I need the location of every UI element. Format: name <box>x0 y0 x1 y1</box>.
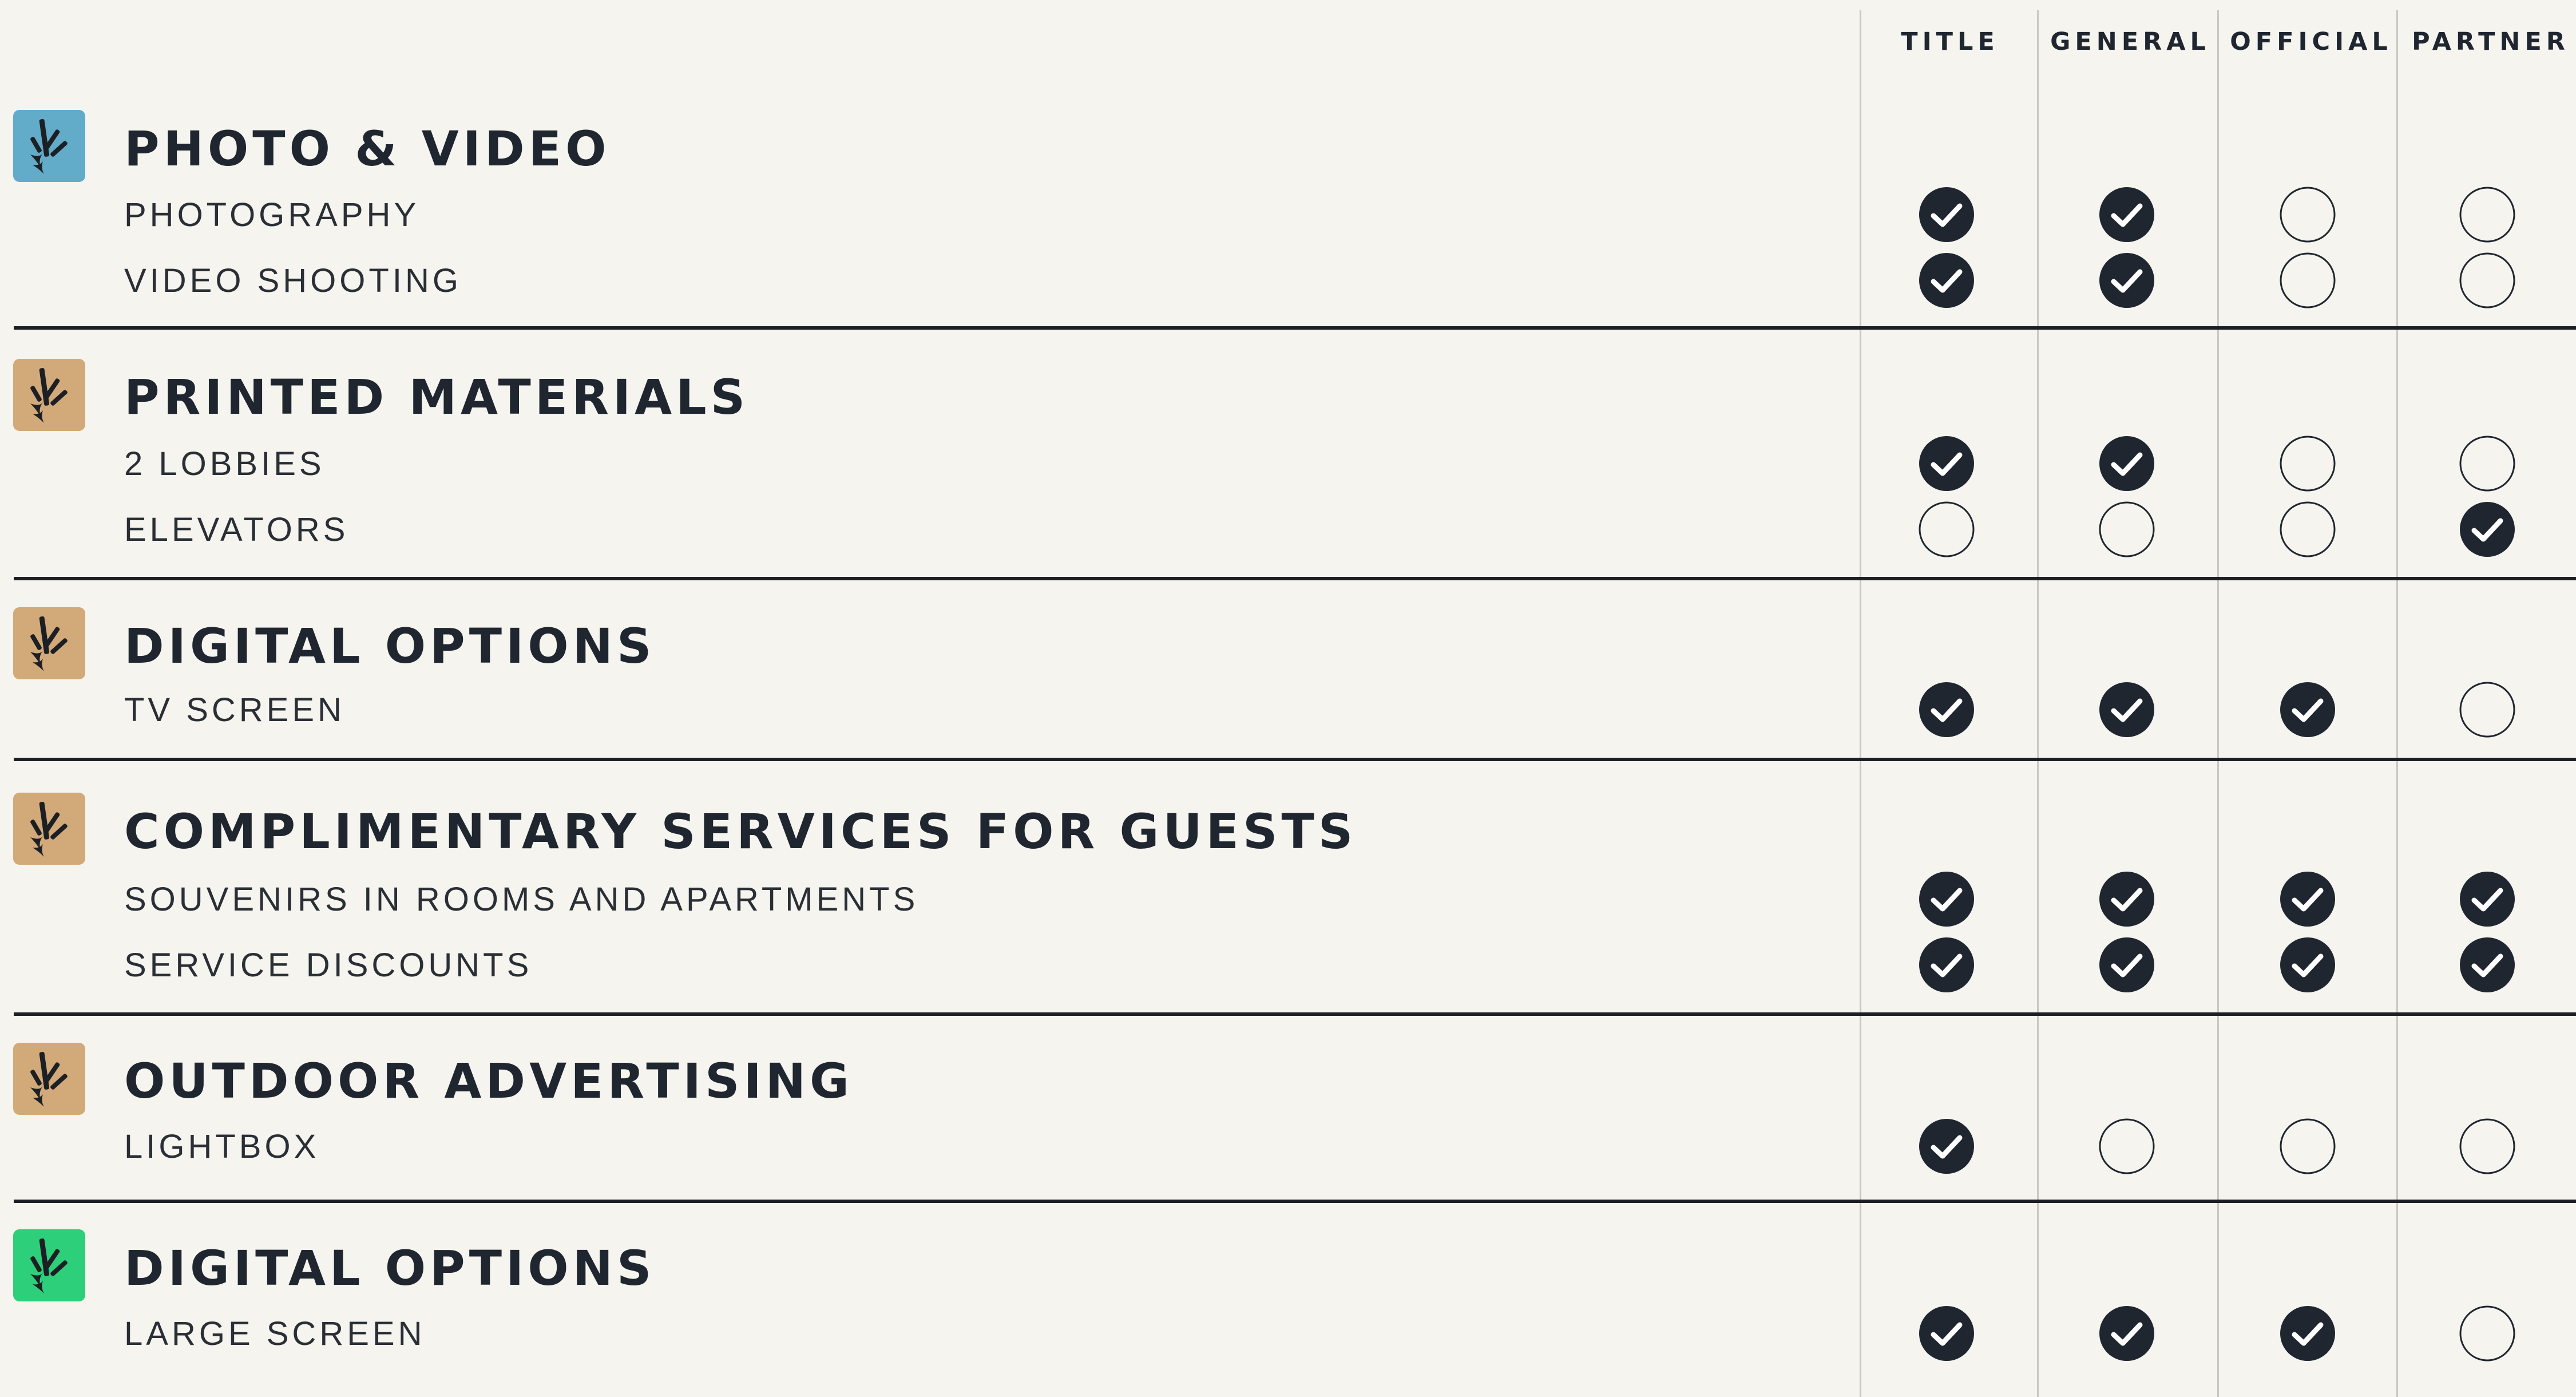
empty-circle-icon <box>2279 1118 2336 1175</box>
category-title: PRINTED MATERIALS <box>124 369 750 425</box>
category-title: DIGITAL OPTIONS <box>124 618 656 674</box>
column-divider <box>2037 10 2039 1397</box>
item-label: ELEVATORS <box>124 511 349 548</box>
empty-circle-icon <box>2459 252 2516 309</box>
column-divider <box>2396 10 2398 1397</box>
checked-circle-icon <box>2098 870 2155 928</box>
column-header-general: GENERAL <box>2050 27 2210 56</box>
checked-circle-icon <box>2279 936 2336 994</box>
checked-circle-icon <box>2279 681 2336 738</box>
wheat-logo-icon <box>13 359 85 431</box>
checked-circle-icon <box>2279 870 2336 928</box>
checked-circle-icon <box>1918 186 1975 243</box>
section-divider <box>14 326 2576 330</box>
item-label: VIDEO SHOOTING <box>124 262 462 299</box>
empty-circle-icon <box>1918 501 1975 558</box>
section-divider <box>14 1012 2576 1016</box>
empty-circle-icon <box>2098 501 2155 558</box>
checked-circle-icon <box>1918 1305 1975 1362</box>
checked-circle-icon <box>2098 681 2155 738</box>
empty-circle-icon <box>2279 435 2336 492</box>
empty-circle-icon <box>2459 186 2516 243</box>
empty-circle-icon <box>2459 1305 2516 1362</box>
checked-circle-icon <box>2279 1305 2336 1362</box>
section-divider <box>14 1200 2576 1203</box>
checked-circle-icon <box>2098 936 2155 994</box>
category-title: PHOTO & VIDEO <box>124 121 611 177</box>
checked-circle-icon <box>1918 1118 1975 1175</box>
empty-circle-icon <box>2279 186 2336 243</box>
column-divider <box>1860 10 1861 1397</box>
checked-circle-icon <box>1918 936 1975 994</box>
checked-circle-icon <box>1918 252 1975 309</box>
empty-circle-icon <box>2459 1118 2516 1175</box>
wheat-logo-icon <box>13 110 85 182</box>
item-label: 2 LOBBIES <box>124 445 325 482</box>
checked-circle-icon <box>2098 1305 2155 1362</box>
empty-circle-icon <box>2279 252 2336 309</box>
checked-circle-icon <box>2098 435 2155 492</box>
category-title: COMPLIMENTARY SERVICES FOR GUESTS <box>124 804 1357 860</box>
checked-circle-icon <box>2459 936 2516 994</box>
section-divider <box>14 758 2576 761</box>
category-title: OUTDOOR ADVERTISING <box>124 1053 853 1109</box>
empty-circle-icon <box>2098 1118 2155 1175</box>
empty-circle-icon <box>2459 435 2516 492</box>
item-label: SERVICE DISCOUNTS <box>124 947 533 984</box>
wheat-logo-icon <box>13 1043 85 1115</box>
wheat-logo-icon <box>13 793 85 865</box>
item-label: TV SCREEN <box>124 691 345 729</box>
section-divider <box>14 577 2576 580</box>
item-label: SOUVENIRS IN ROOMS AND APARTMENTS <box>124 881 919 918</box>
item-label: LIGHTBOX <box>124 1128 320 1165</box>
empty-circle-icon <box>2459 681 2516 738</box>
checked-circle-icon <box>2459 870 2516 928</box>
checked-circle-icon <box>2098 186 2155 243</box>
checked-circle-icon <box>2098 252 2155 309</box>
wheat-logo-icon <box>13 607 85 679</box>
column-header-title: TITLE <box>1901 27 1999 56</box>
checked-circle-icon <box>1918 870 1975 928</box>
checked-circle-icon <box>2459 501 2516 558</box>
column-header-official: OFFICIAL <box>2230 27 2392 56</box>
column-header-partner: PARTNER <box>2412 27 2570 56</box>
benefits-comparison-table: TITLE GENERAL OFFICIAL PARTNER PHOTO & VIDEO… <box>0 0 2576 1397</box>
empty-circle-icon <box>2279 501 2336 558</box>
wheat-logo-icon <box>13 1229 85 1301</box>
item-label: PHOTOGRAPHY <box>124 196 420 234</box>
item-label: LARGE SCREEN <box>124 1315 426 1352</box>
checked-circle-icon <box>1918 681 1975 738</box>
column-divider <box>2217 10 2219 1397</box>
checked-circle-icon <box>1918 435 1975 492</box>
category-title: DIGITAL OPTIONS <box>124 1240 656 1296</box>
